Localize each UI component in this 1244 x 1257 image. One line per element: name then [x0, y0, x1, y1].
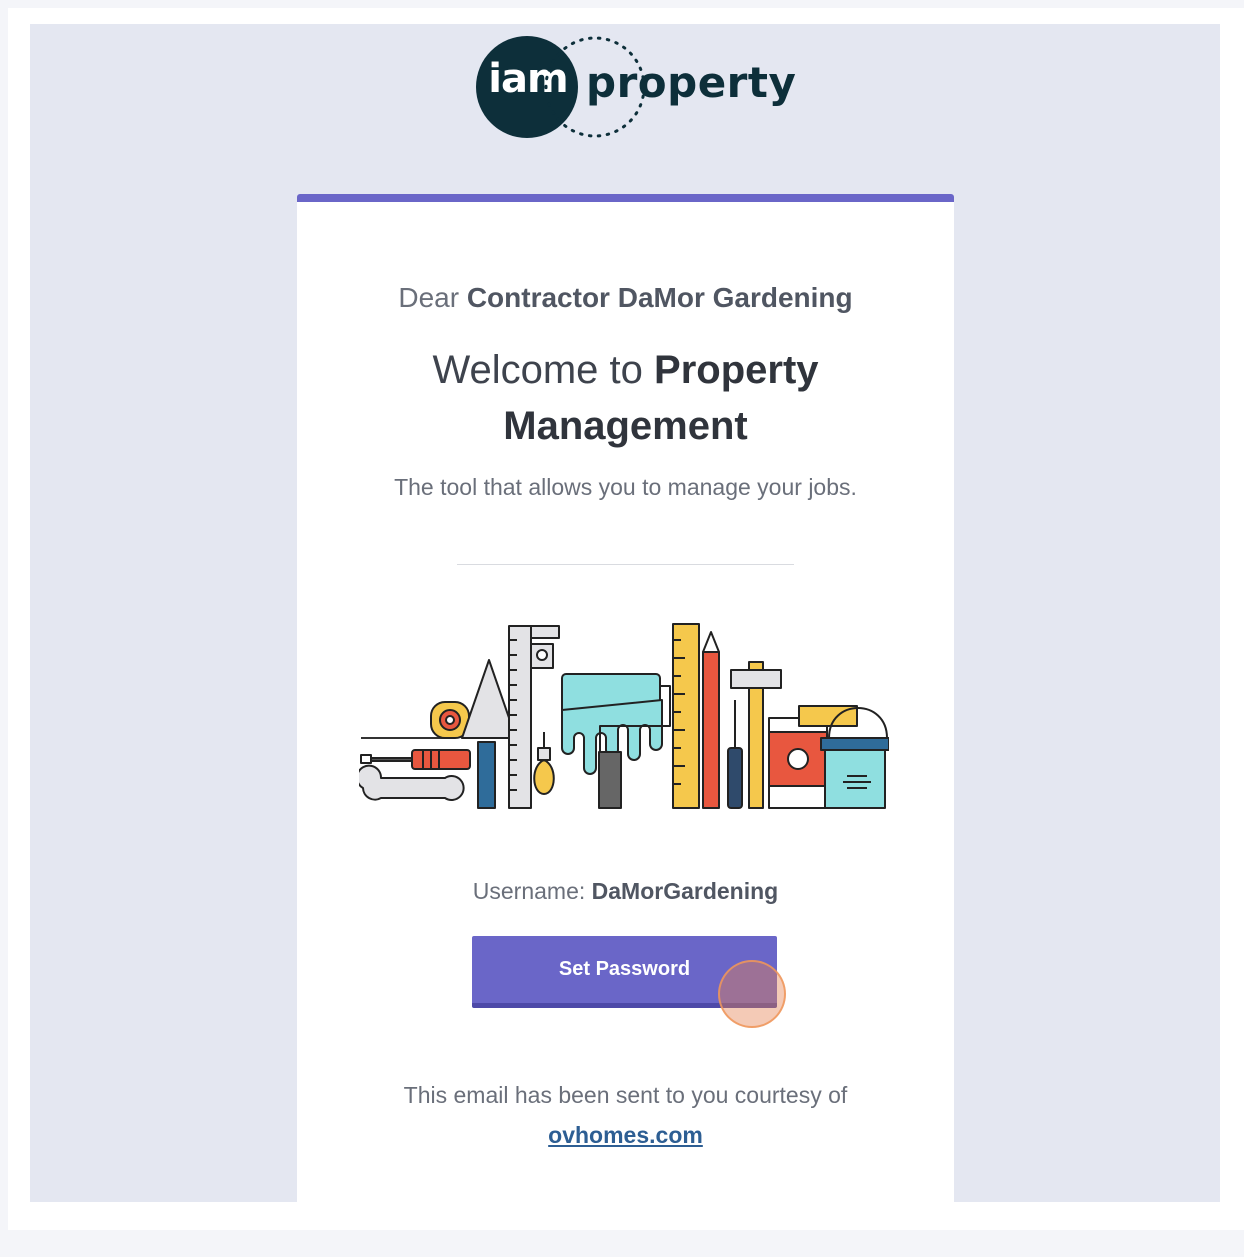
welcome-headline: Welcome to Property Management	[297, 342, 954, 454]
username-line: Username: DaMorGardening	[297, 878, 954, 905]
headline-bold-line1: Property	[654, 348, 819, 392]
email-card: Dear Contractor DaMor Gardening Welcome …	[297, 194, 954, 1204]
headline-bold-line2: Management	[503, 404, 748, 448]
tools-illustration-icon	[359, 623, 889, 809]
username-label: Username:	[472, 878, 586, 904]
iam-property-logo: iam property	[476, 32, 796, 142]
click-indicator	[718, 960, 786, 1028]
greeting-prefix: Dear	[398, 282, 460, 313]
username-value: DaMorGardening	[591, 878, 779, 904]
logo-wordmark: property	[586, 58, 797, 107]
divider	[457, 564, 794, 565]
footer-text: This email has been sent to you courtesy…	[403, 1082, 848, 1108]
headline-prefix: Welcome to	[432, 348, 643, 392]
footer-link[interactable]: ovhomes.com	[297, 1122, 954, 1149]
recipient-name: Contractor DaMor Gardening	[466, 282, 853, 313]
greeting: Dear Contractor DaMor Gardening	[297, 282, 954, 314]
subtitle: The tool that allows you to manage your …	[394, 474, 857, 500]
